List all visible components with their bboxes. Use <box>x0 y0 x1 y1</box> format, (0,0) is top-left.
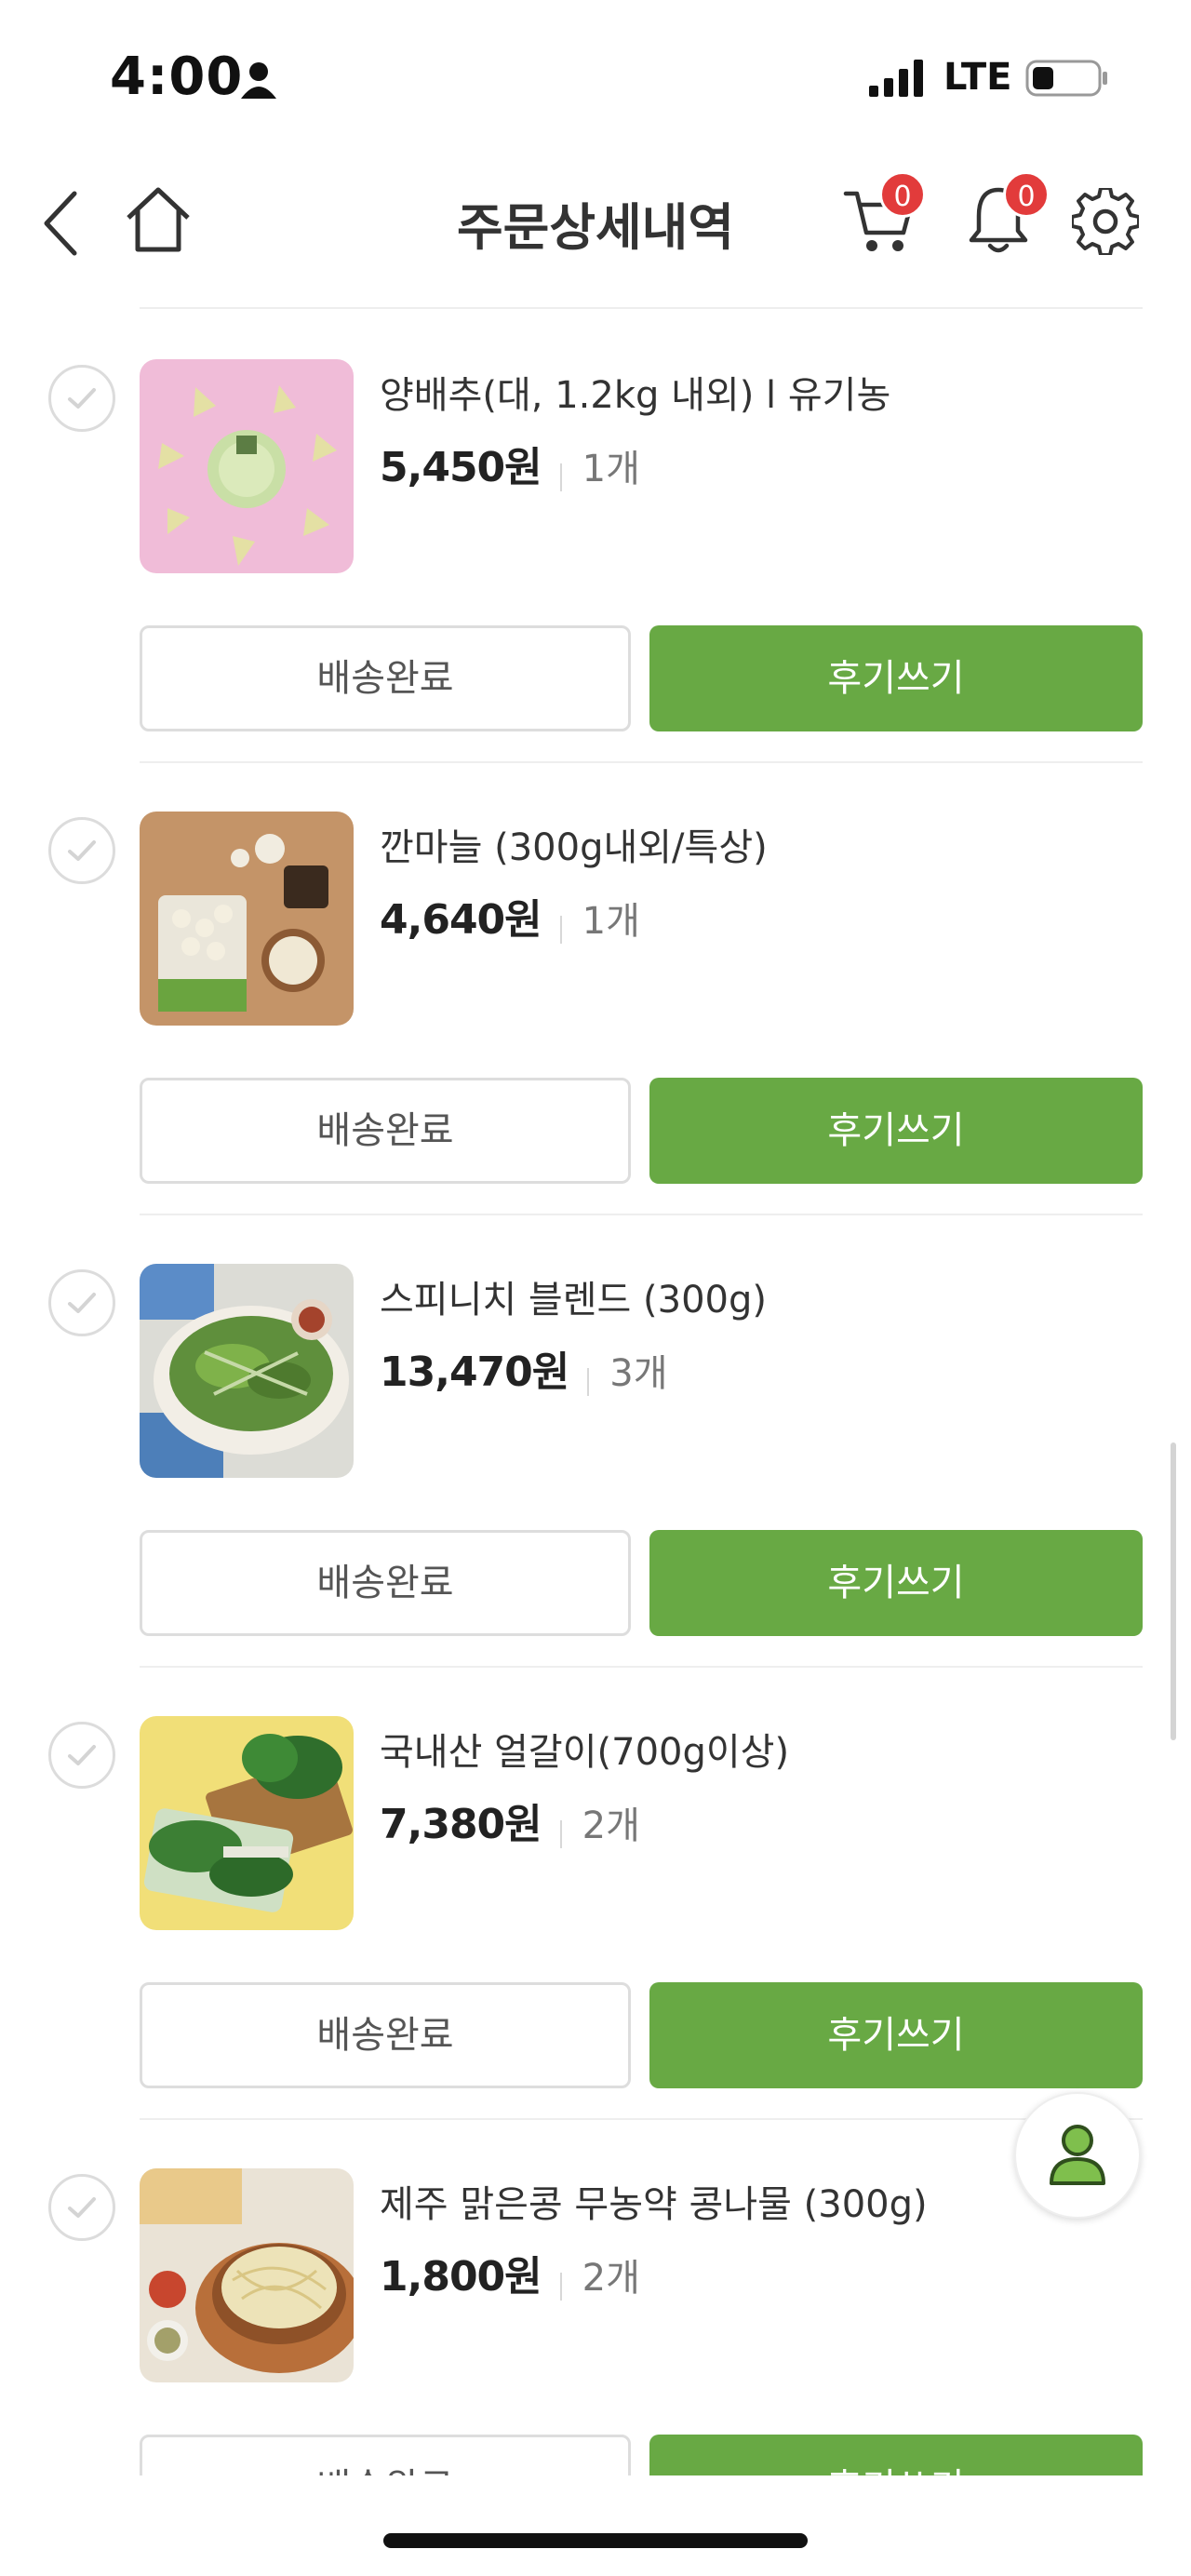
person-icon <box>1050 2125 1105 2185</box>
write-review-button[interactable]: 후기쓰기 <box>649 1982 1143 2088</box>
check-icon <box>68 1293 96 1313</box>
product-list[interactable]: 양배추(대, 1.2kg 내외) l 유기농 5,450원 1개 배송완료 후기쓰… <box>0 0 1191 2475</box>
product-price: 4,640원 <box>380 896 542 944</box>
person-status-icon <box>241 62 276 99</box>
product-price: 13,470원 <box>380 1348 569 1396</box>
gear-icon[interactable] <box>1072 188 1139 255</box>
cart-count-badge: 0 <box>879 171 926 218</box>
select-checkbox[interactable] <box>48 1722 115 1789</box>
status-bar: 4:00 LTE <box>0 0 1191 149</box>
product-name[interactable]: 깐마늘 (300g내외/특상) <box>380 817 768 871</box>
check-icon <box>68 388 96 409</box>
price-row: 1,800원 2개 <box>380 2243 640 2302</box>
write-review-button[interactable]: 후기쓰기 <box>649 1078 1143 1184</box>
profile-button[interactable] <box>1014 2092 1141 2219</box>
delivery-status-button[interactable]: 배송완료 <box>140 2435 631 2475</box>
product-quantity: 2개 <box>582 1805 640 1847</box>
home-icon[interactable] <box>125 184 192 255</box>
product-image[interactable] <box>140 1264 354 1478</box>
product-image[interactable] <box>140 812 354 1026</box>
product-quantity: 3개 <box>609 1352 668 1395</box>
select-checkbox[interactable] <box>48 365 115 432</box>
list-item: 깐마늘 (300g내외/특상) 4,640원 1개 배송완료 후기쓰기 <box>0 763 1191 1215</box>
product-name[interactable]: 스피니치 블렌드 (300g) <box>380 1269 767 1323</box>
product-name[interactable]: 국내산 얼갈이(700g이상) <box>380 1722 789 1776</box>
signal-icon <box>869 60 923 97</box>
price-row: 13,470원 3개 <box>380 1338 668 1398</box>
product-quantity: 2개 <box>582 2257 640 2300</box>
list-item: 스피니치 블렌드 (300g) 13,470원 3개 배송완료 후기쓰기 <box>0 1215 1191 1668</box>
page-title: 주문상세내역 <box>456 198 735 257</box>
separator <box>559 915 562 944</box>
select-checkbox[interactable] <box>48 817 115 884</box>
separator <box>559 2272 562 2301</box>
product-image[interactable] <box>140 2168 354 2382</box>
price-row: 5,450원 1개 <box>380 434 640 493</box>
network-type: LTE <box>943 56 1012 99</box>
delivery-status-button[interactable]: 배송완료 <box>140 625 631 731</box>
list-item: 제주 맑은콩 무농약 콩나물 (300g) 1,800원 2개 배송완료 후기쓰기 <box>0 2120 1191 2475</box>
check-icon <box>68 840 96 861</box>
product-price: 5,450원 <box>380 444 542 491</box>
separator <box>587 1367 590 1396</box>
app-header: 주문상세내역 0 0 <box>0 149 1191 307</box>
check-icon <box>68 1745 96 1765</box>
price-row: 4,640원 1개 <box>380 886 640 946</box>
delivery-status-button[interactable]: 배송완료 <box>140 1982 631 2088</box>
separator <box>559 463 562 491</box>
product-quantity: 1개 <box>582 900 640 943</box>
battery-icon <box>1025 60 1107 97</box>
product-quantity: 1개 <box>582 448 640 490</box>
separator <box>559 1819 562 1848</box>
list-item: 양배추(대, 1.2kg 내외) l 유기농 5,450원 1개 배송완료 후기쓰… <box>0 311 1191 763</box>
bottom-safe-area <box>0 2475 1191 2576</box>
back-icon[interactable] <box>37 186 84 261</box>
product-name[interactable]: 양배추(대, 1.2kg 내외) l 유기농 <box>380 365 890 419</box>
list-item: 국내산 얼갈이(700g이상) 7,380원 2개 배송완료 후기쓰기 <box>0 1668 1191 2120</box>
write-review-button[interactable]: 후기쓰기 <box>649 1530 1143 1636</box>
home-indicator[interactable] <box>383 2533 808 2548</box>
select-checkbox[interactable] <box>48 1269 115 1336</box>
scrollbar[interactable] <box>1171 1442 1176 1740</box>
product-price: 1,800원 <box>380 2253 542 2301</box>
write-review-button[interactable]: 후기쓰기 <box>649 2435 1143 2475</box>
header-divider <box>140 307 1143 309</box>
delivery-status-button[interactable]: 배송완료 <box>140 1530 631 1636</box>
select-checkbox[interactable] <box>48 2174 115 2241</box>
product-image[interactable] <box>140 359 354 573</box>
status-time: 4:00 <box>110 47 244 107</box>
product-name[interactable]: 제주 맑은콩 무농약 콩나물 (300g) <box>380 2174 928 2228</box>
product-image[interactable] <box>140 1716 354 1930</box>
check-icon <box>68 2197 96 2218</box>
write-review-button[interactable]: 후기쓰기 <box>649 625 1143 731</box>
delivery-status-button[interactable]: 배송완료 <box>140 1078 631 1184</box>
product-price: 7,380원 <box>380 1801 542 1848</box>
price-row: 7,380원 2개 <box>380 1791 640 1850</box>
notification-count-badge: 0 <box>1003 171 1050 218</box>
